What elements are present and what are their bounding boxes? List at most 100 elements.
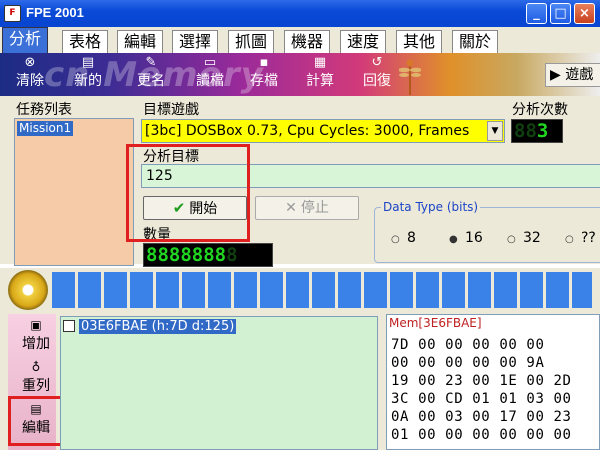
rename-icon: ✎: [145, 55, 157, 70]
tab-about[interactable]: 關於: [452, 30, 499, 53]
restore-label: 回復: [363, 73, 391, 89]
tab-machine[interactable]: 機器: [284, 30, 331, 53]
analysis-count-label: 分析次數: [512, 102, 568, 118]
address-list-item[interactable]: 03E6FBAE (h:7D d:125): [63, 319, 237, 335]
load-label: 讀檔: [196, 73, 224, 89]
strip-cell: [572, 272, 592, 308]
radio-auto[interactable]: ○??: [565, 230, 596, 246]
task-list-item[interactable]: Mission1: [17, 121, 74, 136]
strip-cell: [260, 272, 283, 308]
tab-select[interactable]: 選擇: [172, 30, 219, 53]
strip-cell: [338, 272, 361, 308]
memory-row: 0A 00 03 00 17 00 23: [391, 409, 572, 425]
radio-off-icon: ○: [391, 234, 400, 245]
save-label: 存檔: [250, 73, 278, 89]
strip-cell: [468, 272, 491, 308]
add-label: 增加: [22, 336, 50, 352]
rename-label: 更名: [137, 73, 165, 89]
toolbar: cn Memory ⊗ 清除 ▤ 新的 ✎ 更名 ▭ 讀檔 ▪ 存檔 ▦ 計算 …: [0, 53, 600, 96]
relist-button[interactable]: ♁ 重列: [14, 360, 58, 395]
add-icon: ▣: [30, 318, 42, 332]
analysis-count-value: 3: [536, 120, 549, 142]
window-title: FPE 2001: [26, 5, 84, 20]
quantity-placeholder: 8: [226, 244, 238, 266]
rename-button[interactable]: ✎ 更名: [129, 55, 173, 95]
address-list[interactable]: 03E6FBAE (h:7D d:125): [60, 316, 378, 450]
radio-32bit[interactable]: ○ 32: [507, 230, 541, 246]
strip-cell: [130, 272, 153, 308]
strip-cell: [442, 272, 465, 308]
tab-edit[interactable]: 編輯: [117, 30, 164, 53]
maximize-button[interactable]: □: [550, 3, 571, 24]
lightbulb-icon: ♁: [31, 360, 41, 374]
floppy-icon: ▪: [259, 55, 269, 70]
radio-32bit-label: 32: [523, 230, 541, 246]
strip-cell: [520, 272, 543, 308]
strip-cell: [286, 272, 309, 308]
radio-off-icon: ○: [565, 234, 574, 245]
tab-speed[interactable]: 速度: [340, 30, 387, 53]
calculator-icon: ▦: [313, 55, 327, 70]
strip-cell: [364, 272, 387, 308]
highlight-box: [126, 144, 250, 242]
restore-button[interactable]: ↺ 回復: [355, 55, 399, 95]
strip-cell: [494, 272, 517, 308]
memory-row: 01 00 00 00 00 00 00: [391, 427, 572, 443]
tab-capture[interactable]: 抓圖: [228, 30, 275, 53]
new-button[interactable]: ▤ 新的: [66, 55, 110, 95]
radio-16bit-label: 16: [465, 230, 483, 246]
memory-row: 19 00 23 00 1E 00 2D: [391, 373, 572, 389]
strip-cell: [208, 272, 231, 308]
chevron-down-icon[interactable]: ▼: [487, 121, 503, 141]
add-button[interactable]: ▣ 增加: [14, 318, 58, 353]
strip-cell: [234, 272, 257, 308]
splitter-handle[interactable]: [378, 314, 386, 450]
strip-cell: [182, 272, 205, 308]
app-icon: F: [4, 5, 21, 22]
new-doc-icon: ▤: [81, 55, 95, 70]
new-label: 新的: [74, 73, 102, 89]
game-button[interactable]: ▶ 遊戲: [545, 63, 600, 87]
minimize-button[interactable]: _: [526, 3, 547, 24]
quantity-display: 88888888: [143, 243, 273, 267]
tab-table[interactable]: 表格: [62, 30, 109, 53]
strip-cell: [104, 272, 127, 308]
memory-header: Mem[3E6FBAE]: [389, 316, 482, 330]
radio-8bit-label: 8: [407, 230, 416, 246]
memory-row: 7D 00 00 00 00 00: [391, 337, 545, 353]
analysis-count-placeholder: 88: [514, 120, 537, 142]
restore-icon: ↺: [371, 55, 383, 70]
close-button[interactable]: ×: [574, 3, 595, 24]
memory-row: 3C 00 CD 01 01 03 00: [391, 391, 572, 407]
task-list[interactable]: Mission1: [14, 118, 134, 266]
radio-16bit[interactable]: ● 16: [449, 230, 483, 246]
strip-cell: [52, 272, 75, 308]
save-button[interactable]: ▪ 存檔: [242, 55, 286, 95]
load-button[interactable]: ▭ 讀檔: [188, 55, 232, 95]
data-type-legend: Data Type (bits): [381, 200, 481, 214]
target-game-select[interactable]: [3bc] DOSBox 0.73, Cpu Cycles: 3000, Fra…: [141, 119, 505, 143]
stop-button[interactable]: ✕ 停止: [255, 196, 359, 220]
strip-cell: [416, 272, 439, 308]
game-label: 遊戲: [565, 67, 594, 83]
title-bar[interactable]: F FPE 2001 _ □ ×: [0, 0, 600, 27]
strip-cell: [312, 272, 335, 308]
tab-bar: 分析 表格 編輯 選擇 抓圖 機器 速度 其他 關於: [0, 27, 600, 53]
clear-button[interactable]: ⊗ 清除: [8, 55, 52, 95]
address-checkbox[interactable]: [63, 320, 75, 332]
radio-on-icon: ●: [449, 234, 458, 245]
analysis-count-display: 883: [511, 119, 563, 143]
tab-analysis[interactable]: 分析: [2, 27, 49, 53]
address-item-text: 03E6FBAE (h:7D d:125): [79, 319, 237, 334]
radio-8bit[interactable]: ○ 8: [391, 230, 416, 246]
app-window: F FPE 2001 _ □ × 分析 表格 編輯 選擇 抓圖 機器 速度 其他…: [0, 0, 600, 450]
memory-panel: Mem[3E6FBAE] 7D 00 00 00 00 00 00 00 00 …: [386, 314, 600, 450]
target-game-value: [3bc] DOSBox 0.73, Cpu Cycles: 3000, Fra…: [145, 123, 470, 139]
tab-other[interactable]: 其他: [396, 30, 443, 53]
clear-icon: ⊗: [24, 55, 36, 70]
quantity-value: 8888888: [146, 244, 227, 266]
strip-cell: [546, 272, 569, 308]
task-list-label: 任務列表: [16, 102, 72, 118]
calculate-button[interactable]: ▦ 計算: [298, 55, 342, 95]
target-game-label: 目標遊戲: [143, 102, 199, 118]
